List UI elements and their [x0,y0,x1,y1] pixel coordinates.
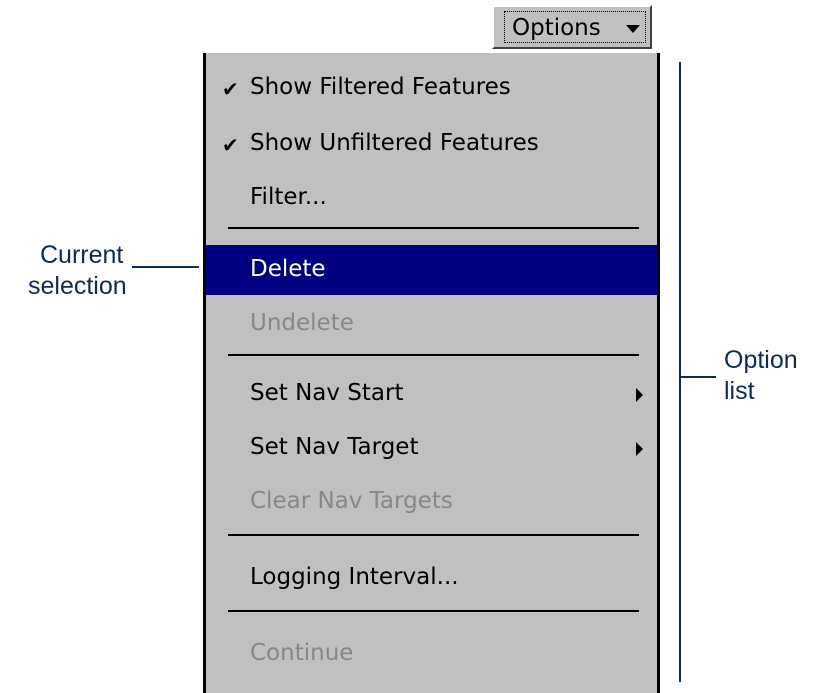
options-dropdown-menu: ✔ Show Filtered Features ✔ Show Unfilter… [203,53,660,693]
menu-item-logging-interval[interactable]: Logging Interval... [206,553,657,603]
menu-item-set-nav-start[interactable]: Set Nav Start [206,369,657,419]
annotation-line-2: selection [28,272,127,300]
menu-item-label: Filter... [250,184,327,210]
menu-item-show-filtered-features[interactable]: ✔ Show Filtered Features [206,63,657,113]
options-menu-button[interactable]: Options [492,5,652,49]
menu-item-label: Continue [250,640,354,666]
menu-separator [228,354,639,356]
annotation-leader-line [679,376,716,378]
submenu-arrow-icon [636,388,643,402]
menu-item-set-nav-target[interactable]: Set Nav Target [206,423,657,473]
options-button-label: Options [512,15,601,41]
annotation-option-list: Option list [724,345,798,407]
menu-item-label: Clear Nav Targets [250,488,453,514]
menu-separator [228,227,639,229]
menu-separator [228,534,639,536]
option-list-bracket-line [679,62,681,682]
menu-item-undelete: Undelete [206,299,657,349]
checkmark-icon: ✔ [222,133,239,157]
menu-item-label: Delete [250,256,326,282]
menu-separator [228,610,639,612]
annotation-current-selection: Current selection [28,240,127,302]
menu-item-continue: Continue [206,629,657,679]
checkmark-icon: ✔ [222,77,239,101]
menu-item-delete[interactable]: Delete [206,245,657,295]
menu-item-label: Show Unfiltered Features [250,130,539,156]
menu-item-clear-nav-targets: Clear Nav Targets [206,477,657,527]
menu-item-show-unfiltered-features[interactable]: ✔ Show Unfiltered Features [206,119,657,169]
annotation-leader-line [132,266,199,268]
menu-item-label: Set Nav Start [250,380,404,406]
menu-item-label: Logging Interval... [250,564,459,590]
annotation-line-1: Option [724,346,798,374]
annotation-line-1: Current [40,241,124,269]
menu-item-label: Set Nav Target [250,434,419,460]
dropdown-arrow-icon [626,25,640,33]
menu-item-filter[interactable]: Filter... [206,173,657,223]
menu-item-label: Undelete [250,310,354,336]
submenu-arrow-icon [636,442,643,456]
menu-item-label: Show Filtered Features [250,74,511,100]
annotation-line-2: list [724,377,755,405]
